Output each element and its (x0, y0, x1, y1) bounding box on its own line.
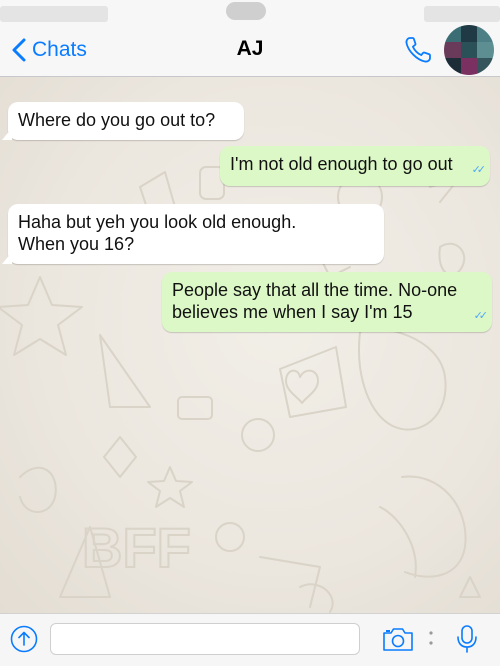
share-icon[interactable] (10, 625, 38, 653)
message-text: Haha but yeh you look old enough. When y… (18, 212, 297, 254)
message-text: Where do you go out to? (18, 110, 216, 130)
avatar-pixel (477, 25, 494, 42)
avatar-pixel (444, 58, 461, 75)
read-receipt-icon: ✓✓ (471, 164, 487, 176)
avatar-pixel (444, 41, 461, 59)
avatar-pixel (460, 25, 478, 42)
read-receipt-icon: ✓✓ (473, 310, 489, 322)
input-bar (0, 613, 500, 666)
conversation[interactable]: BFF Where do you go out to? I'm not old e… (0, 77, 500, 613)
status-bar (0, 0, 500, 24)
outgoing-message[interactable]: People say that all the time. No-one bel… (162, 272, 492, 332)
incoming-message[interactable]: Haha but yeh you look old enough. When y… (2, 204, 384, 264)
avatar[interactable] (444, 25, 494, 75)
outgoing-message[interactable]: I'm not old enough to go out ✓✓ (220, 146, 490, 186)
avatar-pixel (477, 41, 494, 59)
avatar-pixel (444, 25, 461, 42)
status-bar-left-blurred (0, 6, 108, 22)
svg-text:BFF: BFF (82, 516, 191, 579)
message-text: I'm not old enough to go out (230, 154, 453, 174)
message-input[interactable] (50, 623, 360, 655)
separator-dots (429, 631, 433, 645)
camera-icon[interactable] (382, 626, 414, 652)
message-text: People say that all the time. No-one bel… (172, 280, 458, 322)
avatar-pixel (477, 58, 494, 75)
mic-icon[interactable] (456, 624, 478, 654)
phone-icon[interactable] (402, 34, 434, 66)
avatar-pixel (460, 41, 478, 59)
bubble-tail (2, 128, 12, 140)
status-bar-center-blurred (226, 2, 266, 20)
status-bar-right-blurred (424, 6, 500, 22)
chat-header: Chats AJ (0, 24, 500, 77)
avatar-pixel (460, 58, 478, 75)
bubble-tail (2, 252, 12, 264)
incoming-message[interactable]: Where do you go out to? (2, 102, 244, 140)
